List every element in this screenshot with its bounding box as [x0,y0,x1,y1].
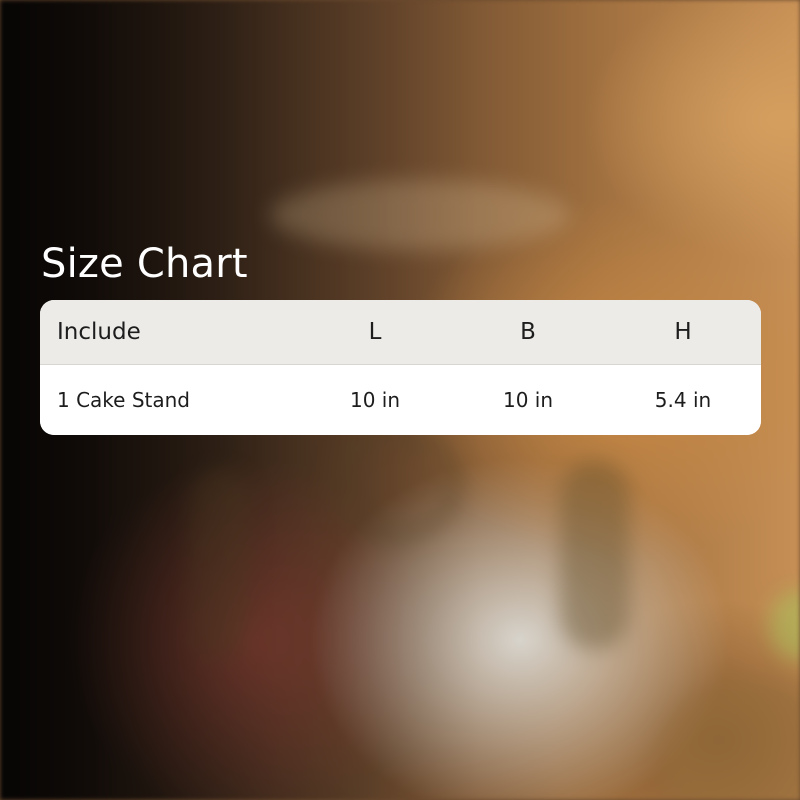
cell-item: 1 Cake Stand [57,388,190,412]
header-breadth: B [520,319,536,345]
cell-length: 10 in [349,388,401,412]
cell-height: 5.4 in [654,388,712,412]
header-include: Include [57,319,141,345]
header-length: L [368,319,382,345]
cell-breadth: 10 in [502,388,554,412]
table-row: 1 Cake Stand 10 in 10 in 5.4 in [40,365,761,435]
header-height: H [674,319,692,345]
table-header-row: Include L B H [40,300,761,365]
size-chart-table: Include L B H 1 Cake Stand 10 in 10 in 5… [40,300,761,435]
size-chart-title: Size Chart [41,241,248,287]
